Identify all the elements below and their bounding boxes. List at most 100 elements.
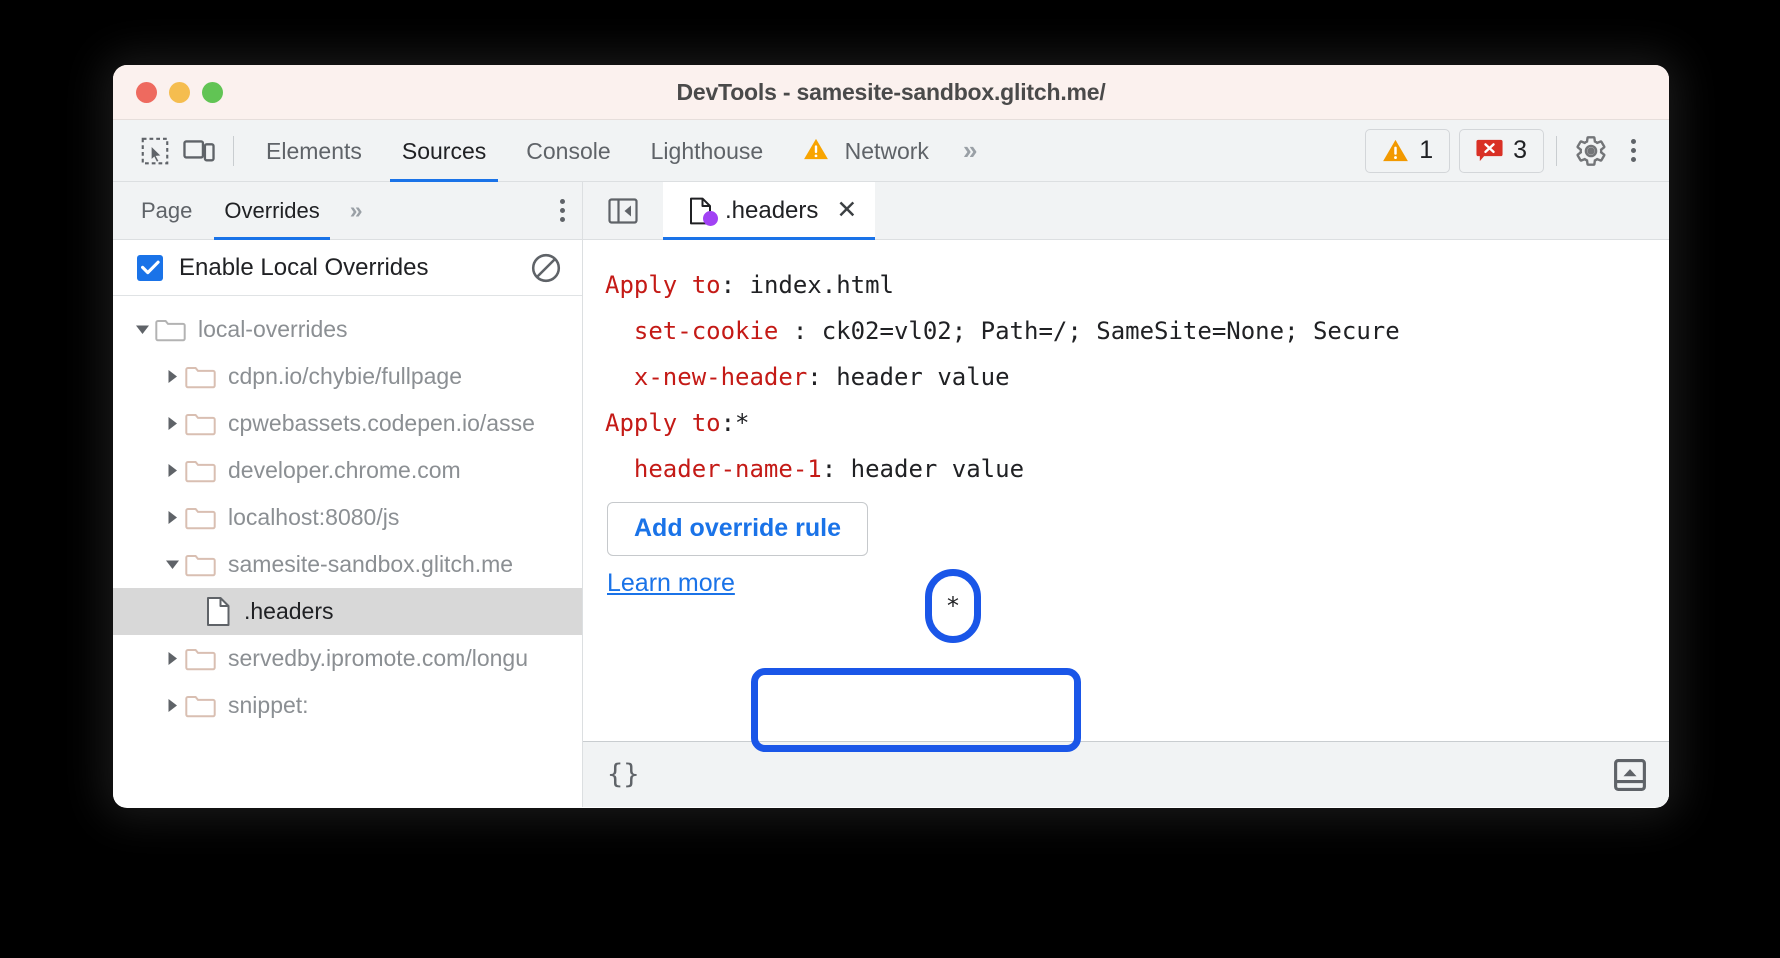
add-override-rule-button[interactable]: Add override rule bbox=[607, 502, 868, 556]
devtools-window: DevTools - samesite-sandbox.glitch.me/ E… bbox=[113, 65, 1669, 808]
tree-row[interactable]: localhost:8080/js bbox=[113, 494, 582, 541]
learn-more-link[interactable]: Learn more bbox=[607, 570, 735, 598]
twisty-collapsed-icon[interactable] bbox=[159, 651, 185, 666]
device-toolbar-icon[interactable] bbox=[177, 129, 221, 173]
enable-local-overrides-label: Enable Local Overrides bbox=[179, 254, 530, 282]
folder-icon bbox=[185, 411, 216, 437]
error-x-icon bbox=[1476, 138, 1503, 163]
editor-pane: .headers ✕ Apply to: index.html set-cook… bbox=[583, 182, 1669, 807]
editor-tab-bar: .headers ✕ bbox=[583, 182, 1669, 240]
tab-lighthouse-label: Lighthouse bbox=[651, 138, 764, 164]
header-rule-name[interactable]: set-cookie bbox=[634, 308, 793, 354]
sidebar-tab-page[interactable]: Page bbox=[125, 182, 208, 240]
tree-row-label: local-overrides bbox=[198, 316, 348, 343]
tree-row-label: snippet: bbox=[228, 692, 309, 719]
tree-row[interactable]: local-overrides bbox=[113, 306, 582, 353]
apply-to-wildcard-value[interactable]: * bbox=[735, 409, 749, 437]
overrides-file-tree: local-overrides cdpn.io/chybie/fullpage bbox=[113, 296, 582, 807]
folder-icon bbox=[185, 552, 216, 578]
apply-to-line[interactable]: Apply to: index.html bbox=[605, 262, 1669, 308]
tab-elements[interactable]: Elements bbox=[246, 120, 382, 182]
tree-row[interactable]: snippet: bbox=[113, 682, 582, 729]
twisty-collapsed-icon[interactable] bbox=[159, 369, 185, 384]
folder-icon bbox=[185, 364, 216, 390]
inspect-element-icon[interactable] bbox=[133, 129, 177, 173]
twisty-collapsed-icon[interactable] bbox=[159, 510, 185, 525]
editor-tab-label: .headers bbox=[725, 197, 818, 225]
tab-console[interactable]: Console bbox=[506, 120, 630, 182]
window-controls bbox=[136, 82, 223, 103]
tree-row-label: localhost:8080/js bbox=[228, 504, 399, 531]
tree-row-label: cpwebassets.codepen.io/asse bbox=[228, 410, 535, 437]
warning-triangle-icon bbox=[803, 137, 829, 161]
add-override-rule-container: Add override rule bbox=[605, 492, 1669, 556]
tree-row[interactable]: cdpn.io/chybie/fullpage bbox=[113, 353, 582, 400]
tab-sources[interactable]: Sources bbox=[382, 120, 506, 182]
gear-icon[interactable] bbox=[1569, 129, 1613, 173]
warnings-count: 1 bbox=[1419, 136, 1433, 165]
apply-to-value[interactable]: index.html bbox=[750, 271, 895, 299]
header-rule-value[interactable]: ck02=vl02; Path=/; SameSite=None; Secure bbox=[807, 308, 1399, 354]
header-rule-value[interactable]: header value bbox=[836, 363, 1009, 391]
close-icon[interactable]: ✕ bbox=[836, 198, 857, 223]
tab-elements-label: Elements bbox=[266, 138, 362, 164]
clear-configuration-icon[interactable] bbox=[530, 252, 562, 284]
show-navigator-icon[interactable] bbox=[601, 189, 645, 233]
header-rule-name[interactable]: header-name-1 bbox=[634, 455, 822, 483]
errors-badge[interactable]: 3 bbox=[1459, 129, 1544, 173]
twisty-collapsed-icon[interactable] bbox=[159, 698, 185, 713]
sidebar-tab-overrides[interactable]: Overrides bbox=[208, 182, 335, 240]
tree-row-label: developer.chrome.com bbox=[228, 457, 461, 484]
header-rule-value[interactable]: header value bbox=[851, 455, 1024, 483]
header-rule-name[interactable]: x-new-header bbox=[634, 363, 807, 391]
warnings-badge[interactable]: 1 bbox=[1365, 129, 1450, 173]
maximize-window-button[interactable] bbox=[202, 82, 223, 103]
header-rule-colon: : bbox=[793, 308, 807, 354]
unsaved-changes-dot bbox=[703, 211, 718, 226]
toolbar-divider-2 bbox=[1556, 136, 1557, 166]
toolbar-divider bbox=[233, 136, 234, 166]
navigator-pane: Page Overrides » Enable Local Overrides bbox=[113, 182, 583, 807]
tab-network[interactable]: Network bbox=[783, 120, 949, 182]
tree-row[interactable]: samesite-sandbox.glitch.me bbox=[113, 541, 582, 588]
show-drawer-icon[interactable] bbox=[1613, 758, 1647, 792]
errors-count: 3 bbox=[1513, 136, 1527, 165]
warning-triangle-icon bbox=[1382, 138, 1409, 163]
editor-tab-headers[interactable]: .headers ✕ bbox=[663, 182, 875, 240]
file-icon bbox=[689, 197, 713, 225]
tree-row-label: servedby.ipromote.com/longu bbox=[228, 645, 528, 672]
headers-editor[interactable]: Apply to: index.html set-cookie : ck02=v… bbox=[583, 240, 1669, 741]
tab-lighthouse[interactable]: Lighthouse bbox=[631, 120, 784, 182]
twisty-collapsed-icon[interactable] bbox=[159, 416, 185, 431]
twisty-collapsed-icon[interactable] bbox=[159, 463, 185, 478]
header-rule-set-cookie[interactable]: set-cookie : ck02=vl02; Path=/; SameSite… bbox=[605, 308, 1669, 354]
twisty-expanded-icon[interactable] bbox=[159, 558, 185, 571]
tree-row-label: samesite-sandbox.glitch.me bbox=[228, 551, 513, 578]
header-rule-x-new-header[interactable]: x-new-header: header value bbox=[605, 354, 1669, 400]
close-window-button[interactable] bbox=[136, 82, 157, 103]
folder-icon bbox=[155, 317, 186, 343]
folder-icon bbox=[185, 458, 216, 484]
apply-to-line-2[interactable]: Apply to:* bbox=[605, 400, 1669, 446]
tree-row[interactable]: servedby.ipromote.com/longu bbox=[113, 635, 582, 682]
kebab-menu-icon[interactable] bbox=[1613, 129, 1653, 173]
navigator-more-tabs-button[interactable]: » bbox=[336, 197, 374, 224]
tree-row[interactable]: developer.chrome.com bbox=[113, 447, 582, 494]
twisty-expanded-icon[interactable] bbox=[129, 323, 155, 336]
navigator-kebab-menu-icon[interactable] bbox=[542, 189, 582, 233]
pretty-print-button[interactable]: {} bbox=[607, 759, 640, 790]
enable-local-overrides-checkbox[interactable] bbox=[137, 255, 163, 281]
header-rule-header-name-1[interactable]: header-name-1: header value bbox=[605, 446, 1669, 492]
apply-to-label: Apply to bbox=[605, 271, 721, 299]
minimize-window-button[interactable] bbox=[169, 82, 190, 103]
folder-icon bbox=[185, 505, 216, 531]
devtools-body: Page Overrides » Enable Local Overrides bbox=[113, 182, 1669, 807]
sidebar-tab-page-label: Page bbox=[141, 198, 192, 223]
tree-row[interactable]: .headers bbox=[113, 588, 582, 635]
window-title-bar: DevTools - samesite-sandbox.glitch.me/ bbox=[113, 65, 1669, 120]
folder-icon bbox=[185, 646, 216, 672]
tree-row-label: .headers bbox=[244, 598, 334, 625]
enable-local-overrides-row[interactable]: Enable Local Overrides bbox=[113, 240, 582, 296]
more-tabs-button[interactable]: » bbox=[949, 135, 988, 166]
tree-row[interactable]: cpwebassets.codepen.io/asse bbox=[113, 400, 582, 447]
